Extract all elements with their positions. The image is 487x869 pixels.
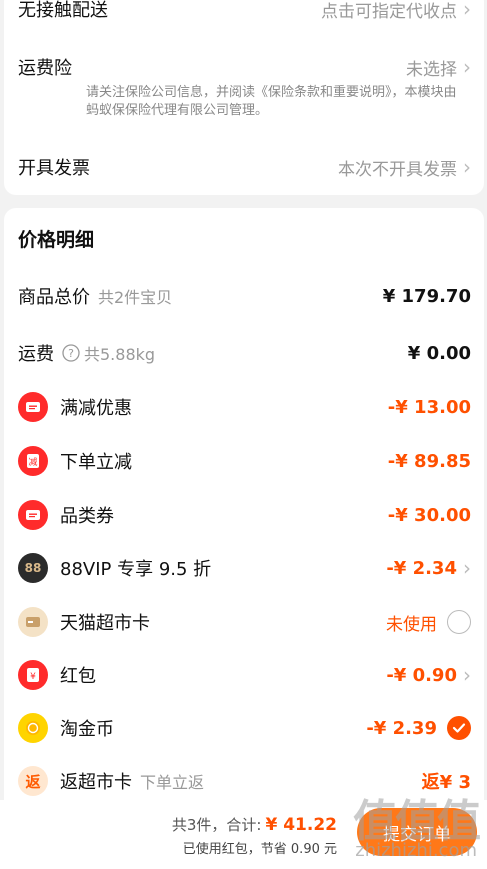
price-label: 88VIP 专享 9.5 折 — [60, 559, 212, 580]
chevron-right-icon: › — [463, 0, 471, 21]
help-icon[interactable]: ? — [62, 344, 80, 362]
price-amount: -¥ 2.34 — [386, 557, 457, 579]
price-row-category-coupon: 品类券 -¥ 30.00 — [18, 500, 471, 530]
svg-text:¥: ¥ — [30, 672, 36, 682]
price-label: 商品总价 — [18, 287, 90, 308]
invoice-row[interactable]: 开具发票 本次不开具发票 › — [18, 154, 471, 180]
price-amount: ¥ 0.00 — [407, 342, 471, 364]
red-packet-icon: ¥ — [18, 660, 48, 690]
saved-text: 已使用红包，节省 0.90 元 — [182, 842, 337, 857]
price-sub: 下单立返 — [140, 773, 205, 792]
price-row-full-reduction: 满减优惠 -¥ 13.00 — [18, 392, 471, 422]
item-count: 共3件， — [171, 816, 227, 834]
price-amount: ¥ 179.70 — [382, 285, 471, 307]
discount-icon: 减 — [18, 446, 48, 476]
price-label: 红包 — [60, 666, 96, 687]
price-row-goods-total: 商品总价 共2件宝贝 ¥ 179.70 — [18, 283, 471, 309]
coupon-icon — [18, 392, 48, 422]
svg-text:减: 减 — [28, 456, 37, 468]
price-row-red-packet[interactable]: ¥ 红包 -¥ 0.90 › — [18, 660, 471, 690]
price-sub: 共2件宝贝 — [98, 288, 173, 307]
shipping-insurance-value: 未选择 — [406, 59, 457, 80]
total-line: 共3件， 合计: ¥ 41.22 — [172, 814, 337, 835]
contactless-delivery-value: 点击可指定代收点 — [321, 1, 457, 22]
gold-coin-checkbox[interactable] — [447, 716, 471, 740]
tmall-card-status: 未使用 — [386, 614, 437, 635]
svg-text:?: ? — [68, 347, 74, 360]
price-amount: -¥ 30.00 — [387, 504, 471, 526]
chevron-right-icon: › — [463, 663, 471, 687]
watermark-site: zhizhizhi.com — [355, 840, 477, 861]
invoice-value: 本次不开具发票 — [338, 159, 457, 180]
total-label: 合计: — [226, 816, 262, 834]
price-label: 天猫超市卡 — [60, 613, 150, 634]
price-amount: -¥ 89.85 — [387, 450, 471, 472]
price-row-tmall-card[interactable]: 天猫超市卡 未使用 — [18, 607, 471, 637]
check-icon — [452, 723, 466, 733]
rebate-icon: 返 — [18, 766, 48, 796]
chevron-right-icon: › — [463, 556, 471, 580]
gold-coin-icon — [18, 713, 48, 743]
contactless-delivery-row[interactable]: 无接触配送 点击可指定代收点 › — [18, 0, 471, 22]
insurance-note: 请关注保险公司信息，并阅读《保险条款和重要说明》，本模块由蚂蚁保保险代理有限公司… — [86, 85, 457, 118]
price-row-gold-coin[interactable]: 淘金币 -¥ 2.39 — [18, 713, 471, 743]
price-row-88vip[interactable]: 88 88VIP 专享 9.5 折 -¥ 2.34 › — [18, 553, 471, 583]
price-label: 返超市卡 — [60, 772, 132, 793]
price-sub: 共5.88kg — [84, 345, 156, 364]
card-icon — [18, 607, 48, 637]
price-label: 满减优惠 — [60, 398, 132, 419]
price-amount: -¥ 0.90 — [386, 664, 457, 686]
vip-88-icon: 88 — [18, 553, 48, 583]
shipping-insurance-label: 运费险 — [18, 58, 72, 79]
invoice-label: 开具发票 — [18, 158, 90, 179]
tmall-card-radio[interactable] — [447, 610, 471, 634]
coupon-icon — [18, 500, 48, 530]
price-amount: -¥ 2.39 — [366, 717, 437, 739]
price-label: 品类券 — [60, 506, 114, 527]
price-row-shipping: 运费 ? 共5.88kg ¥ 0.00 — [18, 340, 471, 366]
price-row-order-discount: 减 下单立减 -¥ 89.85 — [18, 446, 471, 476]
price-label: 淘金币 — [60, 719, 114, 740]
total-amount: ¥ 41.22 — [265, 815, 337, 835]
price-label: 运费 — [18, 344, 54, 365]
price-label: 下单立减 — [60, 452, 132, 473]
price-amount: -¥ 13.00 — [387, 396, 471, 418]
chevron-right-icon: › — [463, 155, 471, 179]
contactless-delivery-label: 无接触配送 — [18, 0, 108, 21]
price-detail-title: 价格明细 — [18, 229, 95, 251]
shipping-insurance-row[interactable]: 运费险 未选择 › — [18, 54, 471, 80]
chevron-right-icon: › — [463, 55, 471, 79]
